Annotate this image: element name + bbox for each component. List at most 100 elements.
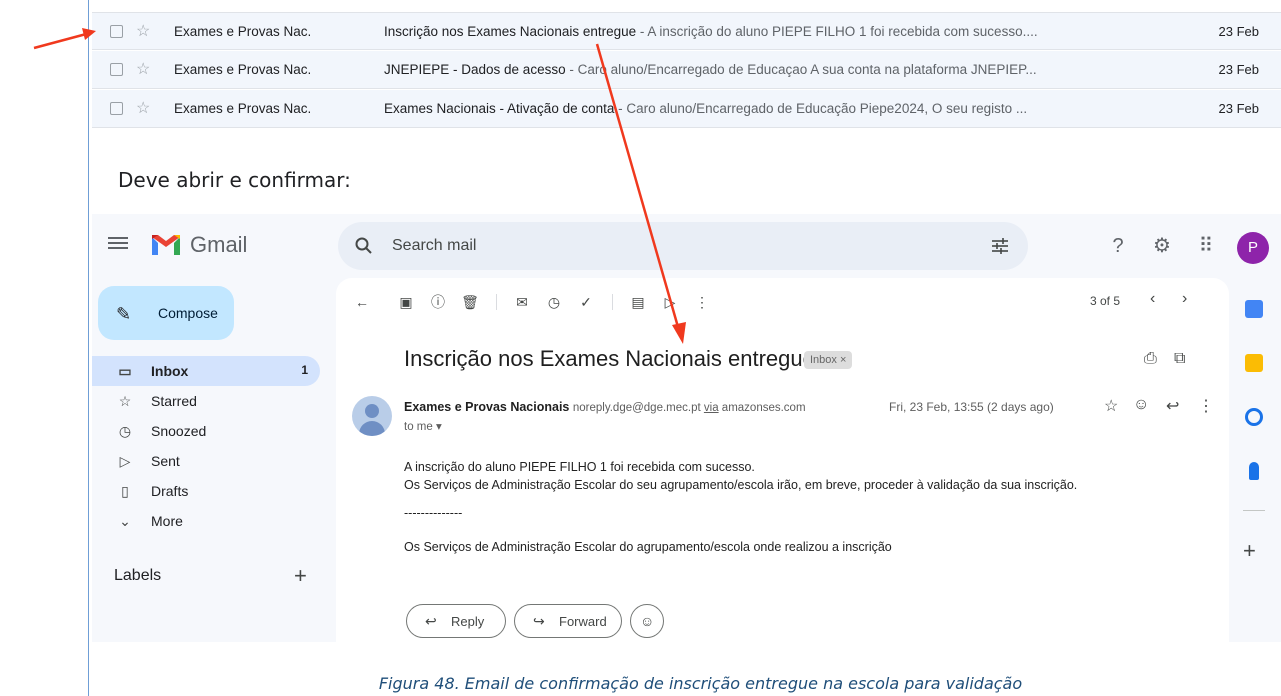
open-new-window-icon[interactable]: ⧉ <box>1174 350 1185 368</box>
figure-caption: Figura 48. Email de confirmação de inscr… <box>378 674 1023 693</box>
star-icon[interactable]: ☆ <box>1104 396 1118 416</box>
toolbar-divider <box>496 294 497 310</box>
pagination-count: 3 of 5 <box>1090 294 1121 308</box>
emoji-react-button[interactable]: ☺ <box>630 604 664 638</box>
row-checkbox[interactable] <box>110 63 123 76</box>
row-date: 23 Feb <box>1218 24 1259 39</box>
star-icon: ☆ <box>118 393 132 409</box>
sidebar-item-label: Sent <box>151 453 180 469</box>
chevron-down-icon: ⌄ <box>119 513 131 529</box>
inbox-icon: ▭ <box>118 363 132 379</box>
search-input[interactable] <box>392 234 932 258</box>
sidebar-item-starred[interactable]: ☆ Starred <box>92 386 320 416</box>
sender-line: Exames e Provas Nacionais noreply.dge@dg… <box>404 400 806 414</box>
delete-icon[interactable]: 🗑 <box>460 292 480 312</box>
annotation-arrow-left <box>33 28 96 50</box>
gmail-logo[interactable]: Gmail <box>150 232 247 258</box>
unread-count: 1 <box>301 363 308 377</box>
more-options-icon[interactable]: ⋮ <box>1198 396 1214 416</box>
reply-icon: ↩ <box>425 613 437 629</box>
row-subject: Exames Nacionais - Ativação de conta <box>384 101 615 116</box>
toolbar-divider <box>612 294 613 310</box>
sidebar-item-snoozed[interactable]: ◷ Snoozed <box>92 416 320 446</box>
row-sender: Exames e Provas Nac. <box>174 62 312 77</box>
account-avatar[interactable]: P <box>1237 232 1269 264</box>
gmail-logo-text: Gmail <box>190 232 248 257</box>
calendar-icon[interactable] <box>1245 300 1263 318</box>
row-preview: - Caro aluno/Encarregado de Educaçao A s… <box>565 62 1037 77</box>
report-spam-icon[interactable]: ⓘ <box>428 292 448 312</box>
label-icon[interactable]: ▷ <box>660 292 680 312</box>
reply-icon[interactable]: ↩ <box>1166 396 1179 416</box>
newer-chevron-icon[interactable]: ‹ <box>1150 290 1155 308</box>
sidebar-item-more[interactable]: ⌄ More <box>92 506 320 536</box>
back-arrow-icon[interactable]: ← <box>352 292 372 312</box>
email-body-separator: -------------- <box>404 506 463 520</box>
rail-divider <box>1243 510 1265 511</box>
inbox-label-chip[interactable]: Inbox × <box>804 351 853 369</box>
help-icon[interactable]: ? <box>1106 234 1130 258</box>
search-icon[interactable] <box>354 236 374 256</box>
search-bar[interactable] <box>338 222 1028 270</box>
contacts-icon[interactable] <box>1249 462 1259 480</box>
sidebar-item-label: Starred <box>151 393 197 409</box>
sidebar-item-label: Drafts <box>151 483 189 499</box>
row-sender: Exames e Provas Nac. <box>174 101 312 116</box>
email-subject: Inscrição nos Exames Nacionais entregue <box>404 346 815 371</box>
add-label-icon[interactable]: + <box>294 563 307 589</box>
page-frame-border <box>88 0 89 696</box>
sidebar-item-sent[interactable]: ▷ Sent <box>92 446 320 476</box>
keep-icon[interactable] <box>1245 354 1263 372</box>
sidebar-item-drafts[interactable]: ▯ Drafts <box>92 476 320 506</box>
reply-label: Reply <box>451 614 485 629</box>
snooze-icon[interactable]: ◷ <box>544 292 564 312</box>
instruction-text: Deve abrir e confirmar: <box>118 168 351 192</box>
forward-button[interactable]: ↪ Forward <box>514 604 622 638</box>
message-date: Fri, 23 Feb, 13:55 (2 days ago) <box>889 400 1054 414</box>
row-checkbox[interactable] <box>110 102 123 115</box>
pencil-icon: ✎ <box>116 304 132 324</box>
labels-header: Labels <box>114 567 162 584</box>
mark-unread-icon[interactable]: ✉ <box>512 292 532 312</box>
recipient-details[interactable]: to me ▾ <box>404 419 442 433</box>
menu-icon[interactable] <box>108 234 128 254</box>
inbox-row[interactable]: ☆ Exames e Provas Nac. Inscrição nos Exa… <box>92 12 1281 50</box>
row-preview: - A inscrição do aluno PIEPE FILHO 1 foi… <box>636 24 1038 39</box>
send-icon: ▷ <box>119 453 131 469</box>
more-options-icon[interactable]: ⋮ <box>692 292 712 312</box>
print-icon[interactable]: ⎙ <box>1144 350 1157 368</box>
star-icon[interactable]: ☆ <box>136 21 150 41</box>
tasks-icon[interactable] <box>1245 408 1263 426</box>
row-subject: Inscrição nos Exames Nacionais entregue <box>384 24 637 39</box>
apps-grid-icon[interactable]: ⠿ <box>1194 234 1218 258</box>
emoji-icon: ☺ <box>640 613 655 629</box>
row-preview: - Caro aluno/Encarregado de Educação Pie… <box>614 101 1028 116</box>
email-body-line: A inscrição do aluno PIEPE FILHO 1 foi r… <box>404 460 755 474</box>
row-subject-line: Exames Nacionais - Ativação de conta - C… <box>384 101 1164 116</box>
sidebar-item-label: More <box>151 513 183 529</box>
move-to-icon[interactable]: ▤ <box>628 292 648 312</box>
sidebar-nav: ▭ Inbox 1 ☆ Starred ◷ Snoozed ▷ Sent ▯ D… <box>92 356 324 536</box>
forward-icon: ↪ <box>533 613 545 629</box>
inbox-row[interactable]: ☆ Exames e Provas Nac. JNEPIEPE - Dados … <box>92 51 1281 89</box>
sidebar-item-inbox[interactable]: ▭ Inbox 1 <box>92 356 320 386</box>
row-subject: JNEPIEPE - Dados de acesso <box>384 62 566 77</box>
row-sender: Exames e Provas Nac. <box>174 24 312 39</box>
get-addons-icon[interactable]: + <box>1243 538 1256 564</box>
compose-button[interactable]: ✎ Compose <box>98 286 234 340</box>
reply-button[interactable]: ↩ Reply <box>406 604 506 638</box>
gmail-window: Gmail ? ⚙ ⠿ P ✎ Compose ▭ Inbox 1 ☆ Star… <box>92 214 1281 642</box>
star-icon[interactable]: ☆ <box>136 59 150 79</box>
row-checkbox[interactable] <box>110 25 123 38</box>
sender-avatar[interactable] <box>352 396 392 436</box>
gmail-m-icon <box>152 235 180 255</box>
inbox-row[interactable]: ☆ Exames e Provas Nac. Exames Nacionais … <box>92 90 1281 128</box>
email-body-line: Os Serviços de Administração Escolar do … <box>404 478 1078 492</box>
archive-icon[interactable]: ▣ <box>396 292 416 312</box>
add-task-icon[interactable]: ✓ <box>576 292 596 312</box>
emoji-react-icon[interactable]: ☺ <box>1133 396 1149 414</box>
search-options-icon[interactable] <box>990 236 1010 256</box>
older-chevron-icon[interactable]: › <box>1182 290 1187 308</box>
star-icon[interactable]: ☆ <box>136 98 150 118</box>
settings-gear-icon[interactable]: ⚙ <box>1150 234 1174 258</box>
